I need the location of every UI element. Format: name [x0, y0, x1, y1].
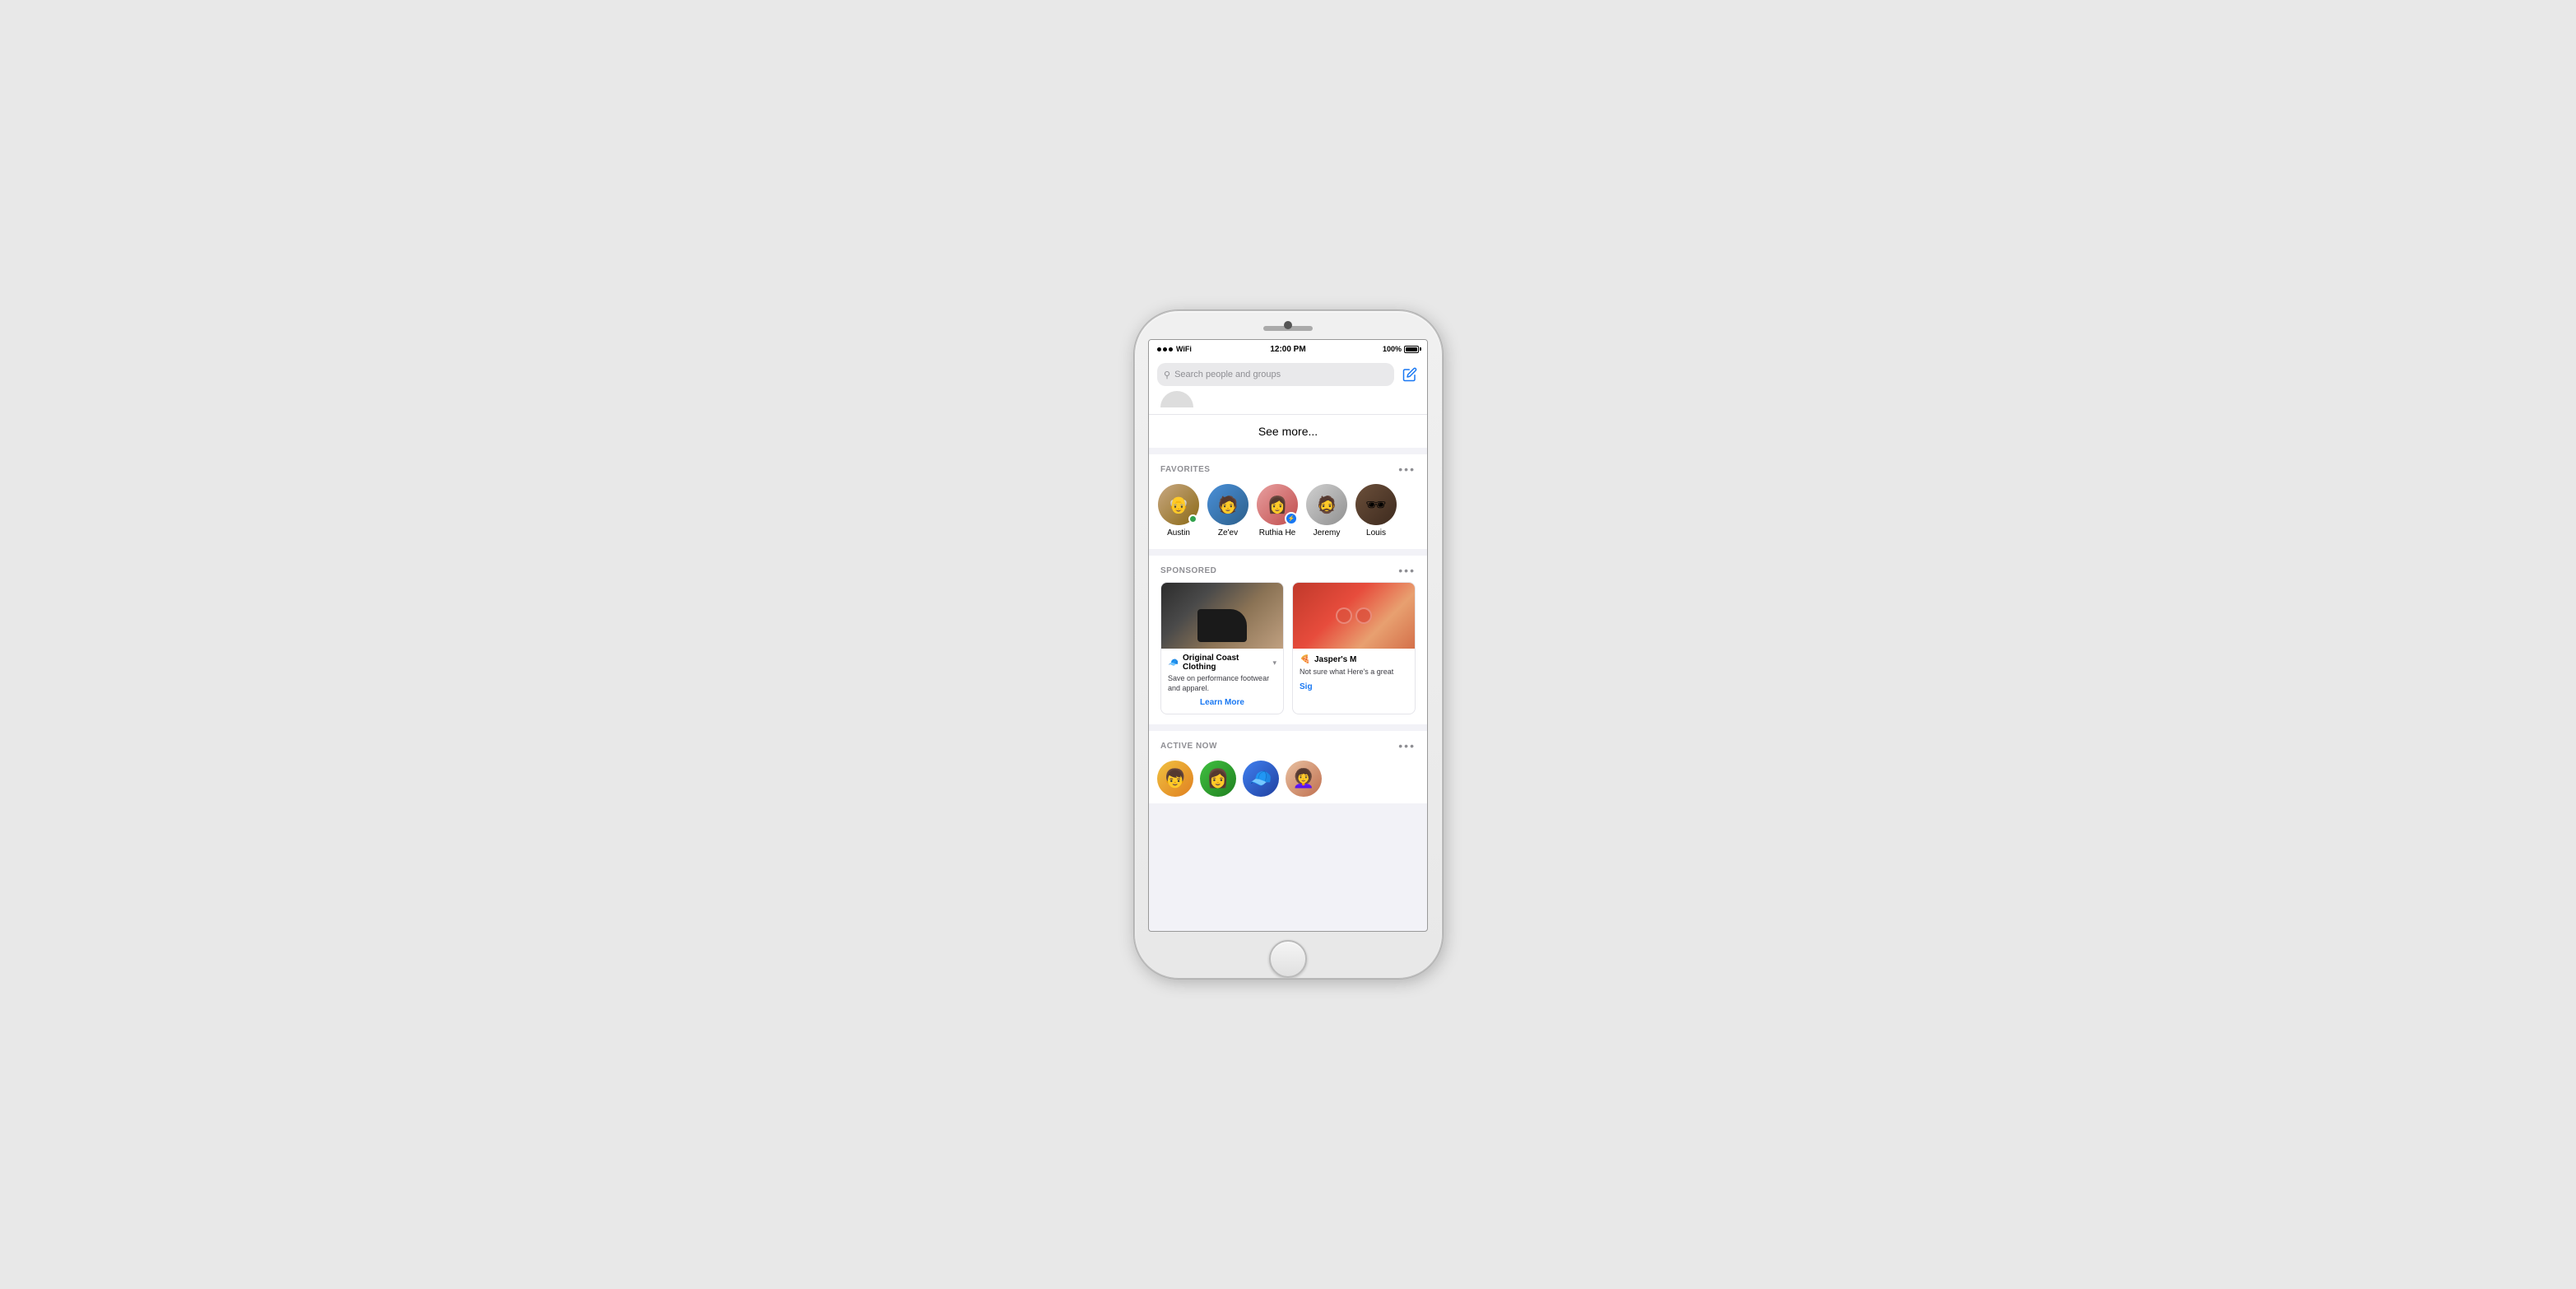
compose-button[interactable] [1401, 365, 1419, 384]
avatar-jeremy: 🧔 [1306, 484, 1347, 525]
shoe-shape [1197, 609, 1247, 642]
partial-avatar-circle [1160, 391, 1193, 407]
ad-image-coast [1161, 583, 1283, 649]
favorites-section: FAVORITES ••• 👴 Austin [1149, 454, 1427, 549]
ad-body-jasper: 🍕 Jasper's M Not sure what Here's a grea… [1293, 649, 1415, 698]
scene: WiFi 12:00 PM 100% ⚲ Search people and g… [1058, 233, 1518, 1056]
wifi-icon: WiFi [1176, 345, 1192, 353]
active-now-more-button[interactable]: ••• [1398, 739, 1416, 752]
see-more-row[interactable]: See more... [1149, 415, 1427, 454]
favorite-item-zeev[interactable]: 🧑 Ze'ev [1207, 484, 1249, 537]
favorite-item-jeremy[interactable]: 🧔 Jeremy [1305, 484, 1348, 537]
front-camera [1284, 321, 1292, 329]
favorites-header: FAVORITES ••• [1149, 454, 1427, 481]
online-indicator-austin [1188, 514, 1197, 524]
phone-shell: WiFi 12:00 PM 100% ⚲ Search people and g… [1134, 310, 1443, 979]
screen: WiFi 12:00 PM 100% ⚲ Search people and g… [1148, 339, 1428, 932]
sponsored-more-button[interactable]: ••• [1398, 564, 1416, 577]
ad-cta-coast[interactable]: Learn More [1168, 698, 1276, 707]
jasper-circle-2 [1355, 607, 1372, 624]
battery-icon [1404, 346, 1419, 353]
compose-icon-svg [1402, 367, 1417, 382]
home-button[interactable] [1269, 940, 1307, 978]
active-avatar-2[interactable]: 👩 [1200, 761, 1236, 797]
favorites-row: 👴 Austin 🧑 Ze'ev [1149, 481, 1427, 549]
signal-dot-1 [1157, 347, 1161, 351]
status-time: 12:00 PM [1270, 345, 1305, 354]
active-now-section: ACTIVE NOW ••• 👦 👩 🧢 👩‍🦱 [1149, 731, 1427, 803]
avatar-wrapper-zeev: 🧑 [1207, 484, 1248, 525]
active-now-header: ACTIVE NOW ••• [1149, 731, 1427, 757]
see-more-label[interactable]: See more... [1258, 425, 1318, 438]
ad-brand-row-coast: 🧢 Original Coast Clothing ▾ [1168, 654, 1276, 672]
avatar-wrapper-louis: 🕶 [1355, 484, 1397, 525]
sponsored-title: SPONSORED [1160, 566, 1216, 575]
jasper-circles [1336, 607, 1372, 624]
favorites-title: FAVORITES [1160, 465, 1210, 474]
ad-cta-jasper[interactable]: Sig [1300, 682, 1408, 691]
avatar-wrapper-austin: 👴 [1158, 484, 1199, 525]
ad-chevron-coast: ▾ [1272, 658, 1276, 668]
volume-down-button [1134, 502, 1135, 542]
active-avatar-3[interactable]: 🧢 [1243, 761, 1279, 797]
ad-card-coast[interactable]: 🧢 Original Coast Clothing ▾ Save on perf… [1160, 582, 1284, 714]
signal-dots [1157, 347, 1173, 351]
avatar-name-louis: Louis [1366, 528, 1386, 537]
signal-dot-3 [1169, 347, 1173, 351]
avatar-name-jeremy: Jeremy [1314, 528, 1341, 537]
favorite-item-ruthia[interactable]: 👩 ⚡ Ruthia He [1256, 484, 1299, 537]
avatar-zeev: 🧑 [1207, 484, 1248, 525]
battery-fill [1406, 347, 1417, 351]
ad-card-jasper[interactable]: 🍕 Jasper's M Not sure what Here's a grea… [1292, 582, 1416, 714]
search-bar[interactable]: ⚲ Search people and groups [1157, 363, 1394, 386]
messenger-badge-ruthia: ⚡ [1285, 512, 1298, 525]
ad-brand-name-jasper: Jasper's M [1314, 655, 1408, 664]
active-avatar-1[interactable]: 👦 [1157, 761, 1193, 797]
ad-coast-visual [1161, 583, 1283, 649]
active-now-row: 👦 👩 🧢 👩‍🦱 [1149, 757, 1427, 803]
status-left: WiFi [1157, 345, 1192, 353]
avatar-wrapper-jeremy: 🧔 [1306, 484, 1347, 525]
favorites-more-button[interactable]: ••• [1398, 463, 1416, 476]
avatar-name-ruthia: Ruthia He [1259, 528, 1295, 537]
avatar-name-zeev: Ze'ev [1218, 528, 1238, 537]
search-bar-container: ⚲ Search people and groups [1149, 358, 1427, 391]
ad-brand-name-coast: Original Coast Clothing [1183, 654, 1269, 672]
search-icon: ⚲ [1164, 370, 1170, 380]
favorite-item-austin[interactable]: 👴 Austin [1157, 484, 1200, 537]
jasper-circle-1 [1336, 607, 1352, 624]
favorite-item-louis[interactable]: 🕶 Louis [1355, 484, 1397, 537]
status-bar: WiFi 12:00 PM 100% [1149, 340, 1427, 358]
silent-button [1134, 410, 1135, 433]
ad-brand-icon-jasper: 🍕 [1300, 654, 1311, 665]
ads-row: 🧢 Original Coast Clothing ▾ Save on perf… [1149, 582, 1427, 724]
active-now-title: ACTIVE NOW [1160, 742, 1217, 751]
volume-up-button [1134, 451, 1135, 491]
battery-percentage: 100% [1383, 345, 1402, 353]
search-placeholder: Search people and groups [1174, 370, 1281, 379]
ad-image-jasper [1293, 583, 1415, 649]
ad-description-coast: Save on performance footwear and apparel… [1168, 674, 1276, 693]
avatar-wrapper-ruthia: 👩 ⚡ [1257, 484, 1298, 525]
ad-body-coast: 🧢 Original Coast Clothing ▾ Save on perf… [1161, 649, 1283, 714]
ad-jasper-visual [1293, 583, 1415, 649]
ad-brand-row-jasper: 🍕 Jasper's M [1300, 654, 1408, 665]
avatar-louis: 🕶 [1355, 484, 1397, 525]
power-button [1442, 476, 1443, 525]
sponsored-section: SPONSORED ••• 🧢 [1149, 556, 1427, 724]
active-avatar-4[interactable]: 👩‍🦱 [1286, 761, 1322, 797]
status-right: 100% [1383, 345, 1419, 353]
partial-avatar-row [1149, 391, 1427, 415]
sponsored-header: SPONSORED ••• [1149, 556, 1427, 582]
ad-brand-icon-coast: 🧢 [1168, 657, 1179, 668]
ad-description-jasper: Not sure what Here's a great [1300, 668, 1408, 677]
signal-dot-2 [1163, 347, 1167, 351]
avatar-name-austin: Austin [1167, 528, 1190, 537]
